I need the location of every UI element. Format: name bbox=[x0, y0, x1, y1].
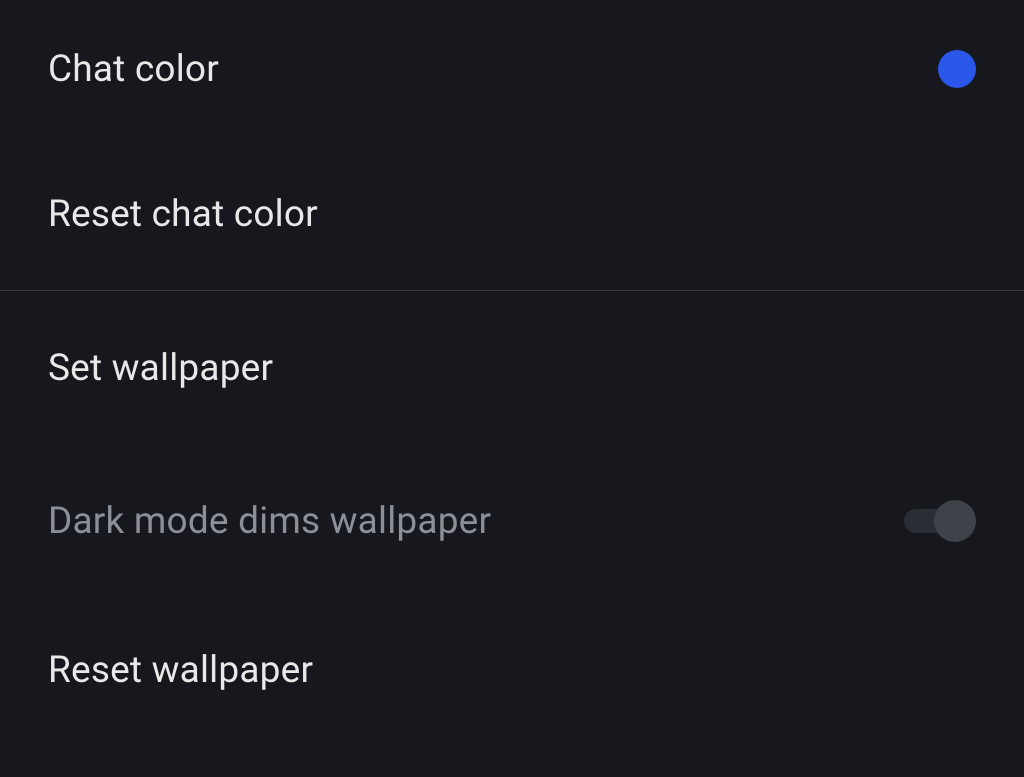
reset-wallpaper-label: Reset wallpaper bbox=[48, 649, 313, 692]
settings-list: Chat color Reset chat color Set wallpape… bbox=[0, 0, 1024, 777]
set-wallpaper-row[interactable]: Set wallpaper bbox=[0, 291, 1024, 445]
chat-color-label: Chat color bbox=[48, 48, 219, 91]
reset-chat-color-row[interactable]: Reset chat color bbox=[0, 138, 1024, 290]
dark-mode-dims-toggle[interactable] bbox=[904, 500, 976, 542]
dark-mode-dims-row[interactable]: Dark mode dims wallpaper bbox=[0, 445, 1024, 597]
chat-color-row[interactable]: Chat color bbox=[0, 0, 1024, 138]
reset-chat-color-label: Reset chat color bbox=[48, 193, 318, 236]
set-wallpaper-label: Set wallpaper bbox=[48, 347, 273, 390]
toggle-thumb-icon bbox=[934, 500, 976, 542]
reset-wallpaper-row[interactable]: Reset wallpaper bbox=[0, 597, 1024, 777]
dark-mode-dims-label: Dark mode dims wallpaper bbox=[48, 500, 491, 543]
chat-color-swatch-icon bbox=[938, 50, 976, 88]
